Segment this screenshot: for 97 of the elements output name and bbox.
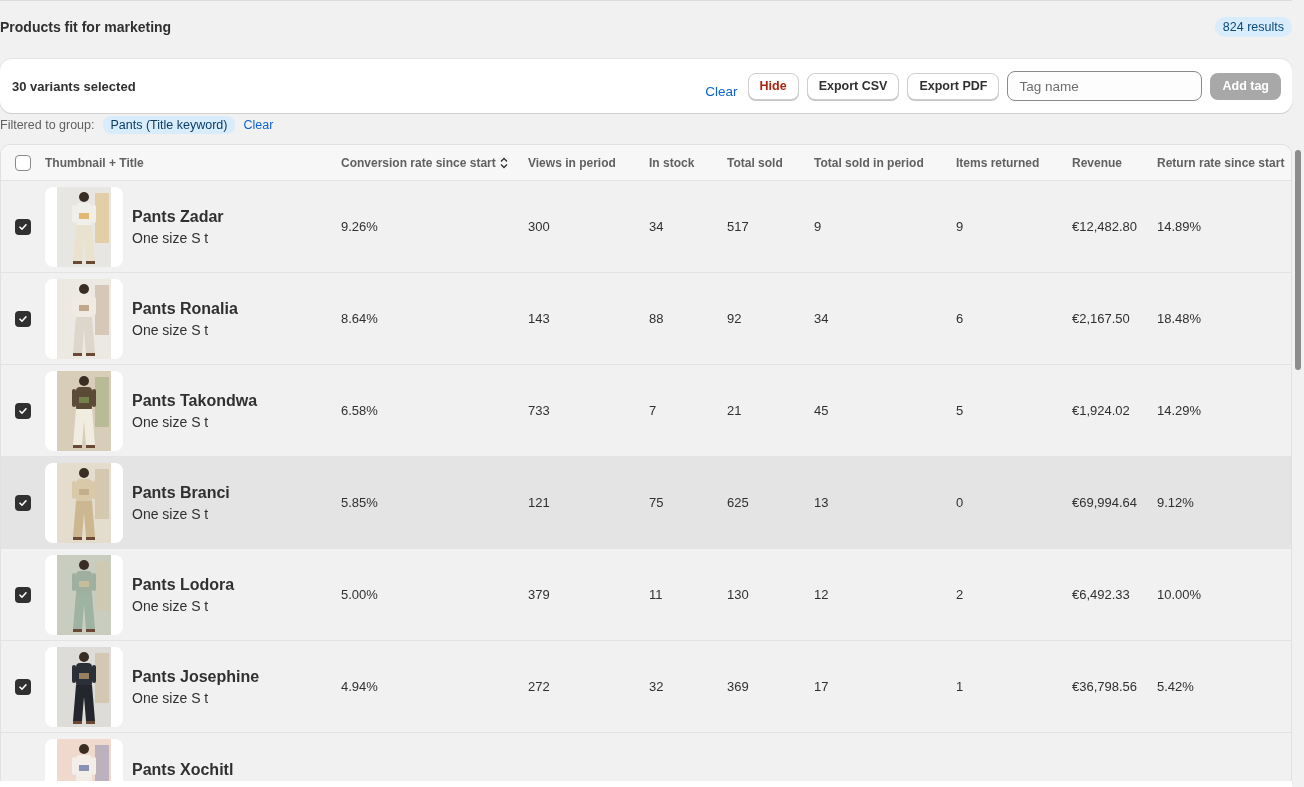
page-title: Products fit for marketing [0, 19, 172, 35]
table-cell-text: 13 [814, 495, 830, 510]
table-cell-text: €12,482.80 [1072, 219, 1139, 234]
table-cell-text: €2,167.50 [1072, 311, 1131, 326]
table-cell-text: 625 [727, 495, 750, 510]
table-cell-text: 2 [956, 587, 965, 602]
table-row[interactable]: Pants Branci One size S t 5.85% 121 75 625 13 0 €69,994.64 9.12% [1, 457, 1291, 549]
table-cell-text: 11 [649, 587, 664, 602]
table-cell-text: €6,492.33 [1072, 587, 1131, 602]
table-cell-text: 379 [528, 587, 551, 602]
table-cell-text: 32 [649, 679, 665, 694]
table-cell-text: 0 [956, 495, 965, 510]
table-cell-text: 1 [956, 679, 965, 694]
variant-label: One size S t [132, 413, 210, 430]
table-cell-text: 5.85% [341, 495, 379, 510]
table-cell-text: 517 [727, 219, 750, 234]
variant-label: One size S t [132, 597, 210, 614]
table-cell-text: 45 [814, 403, 830, 418]
table-cell-text: 130 [727, 587, 750, 602]
column-header: Total sold [727, 155, 783, 170]
sort-icon[interactable] [499, 156, 508, 169]
table-cell-text: 9.12% [1157, 495, 1195, 510]
column-header[interactable]: Conversion rate since start [341, 155, 496, 170]
table-cell-text: 272 [528, 679, 551, 694]
table-cell-text: 92 [727, 311, 743, 326]
table-cell-text: 18.48% [1157, 311, 1203, 326]
table-cell-text: 88 [649, 311, 665, 326]
table-cell-text: 9 [814, 219, 823, 234]
column-header: Thumbnail + Title [45, 155, 144, 170]
export-button[interactable]: Export CSV [806, 72, 900, 100]
table-cell-text: 5 [956, 403, 965, 418]
column-header: Views in period [528, 155, 616, 170]
filter-label: Filtered to group: [0, 118, 95, 132]
checkbox[interactable] [15, 586, 31, 603]
clear-link[interactable]: Clear [703, 83, 740, 99]
column-header: Return rate since start [1157, 155, 1285, 170]
table-cell-text: 300 [528, 219, 551, 234]
table-cell-text: 733 [528, 403, 551, 418]
column-header: Total sold in period [814, 155, 924, 170]
variant-label: One size S t [132, 505, 210, 522]
table-cell-text: 75 [649, 495, 665, 510]
table-cell-text: 34 [814, 311, 830, 326]
table-cell-text: 14.89% [1157, 219, 1203, 234]
table-cell-text: 369 [727, 679, 750, 694]
variant-label: One size S t [132, 321, 210, 338]
table-cell-text: 121 [528, 495, 551, 510]
column-header: Revenue [1072, 155, 1123, 170]
table-cell-text: 6.58% [341, 403, 379, 418]
results-count: 824 results [1214, 17, 1292, 37]
table-cell-text: 14.29% [1157, 403, 1203, 418]
checkbox[interactable] [15, 154, 31, 171]
clear-filter-link[interactable]: Clear [243, 118, 274, 132]
table-cell-text: 34 [649, 219, 665, 234]
table-cell-text: 9.26% [341, 219, 379, 234]
product-title: Pants Takondwa [132, 391, 258, 410]
check-icon [18, 497, 28, 508]
variant-label: One size S t [132, 689, 210, 706]
export-button[interactable]: Export PDF [907, 72, 1000, 100]
table-cell-text: 143 [528, 311, 551, 326]
table-cell-text: 4.94% [341, 679, 379, 694]
checkbox[interactable] [15, 402, 31, 419]
check-icon [18, 681, 28, 692]
table-cell-text: 9 [956, 219, 965, 234]
table-cell-text: 10.00% [1157, 587, 1203, 602]
table-cell-text: 5.42% [1157, 679, 1195, 694]
checkbox[interactable] [15, 218, 31, 235]
table-cell-text: 8.64% [341, 311, 379, 326]
table-cell-text: 21 [727, 403, 743, 418]
checkbox[interactable] [15, 310, 31, 327]
product-title: Pants Zadar [132, 207, 224, 226]
check-icon [18, 313, 28, 324]
product-title: Pants Lodora [132, 575, 235, 594]
checkbox[interactable] [15, 494, 31, 511]
check-icon [18, 405, 28, 416]
checkbox[interactable] [15, 678, 31, 695]
product-title: Pants Ronalia [132, 299, 238, 318]
variant-label: One size S t [132, 229, 210, 246]
check-icon [18, 589, 28, 600]
selected-count: 30 variants selected [12, 78, 137, 94]
table-cell-text: 12 [814, 587, 830, 602]
filter-chip: Pants (Title keyword) [102, 116, 236, 134]
tag-name-field[interactable]: Tag name [1007, 71, 1203, 101]
hide-button[interactable]: Hide [747, 72, 799, 100]
product-title: Pants Branci [132, 483, 230, 502]
table-cell-text: €69,994.64 [1072, 495, 1139, 510]
column-header: In stock [649, 155, 695, 170]
product-title: Pants Xochitl [132, 761, 234, 779]
table-cell-text: 5.00% [341, 587, 379, 602]
table-cell-text: €36,798.56 [1072, 679, 1139, 694]
check-icon [18, 221, 28, 232]
horizontal-scrollbar[interactable] [0, 781, 1292, 787]
table-cell-text: 17 [814, 679, 830, 694]
table-cell-text: 6 [956, 311, 965, 326]
table-cell-text: €1,924.02 [1072, 403, 1131, 418]
product-title: Pants Josephine [132, 667, 260, 686]
column-header: Items returned [956, 155, 1040, 170]
table-cell-text: 7 [649, 403, 658, 418]
